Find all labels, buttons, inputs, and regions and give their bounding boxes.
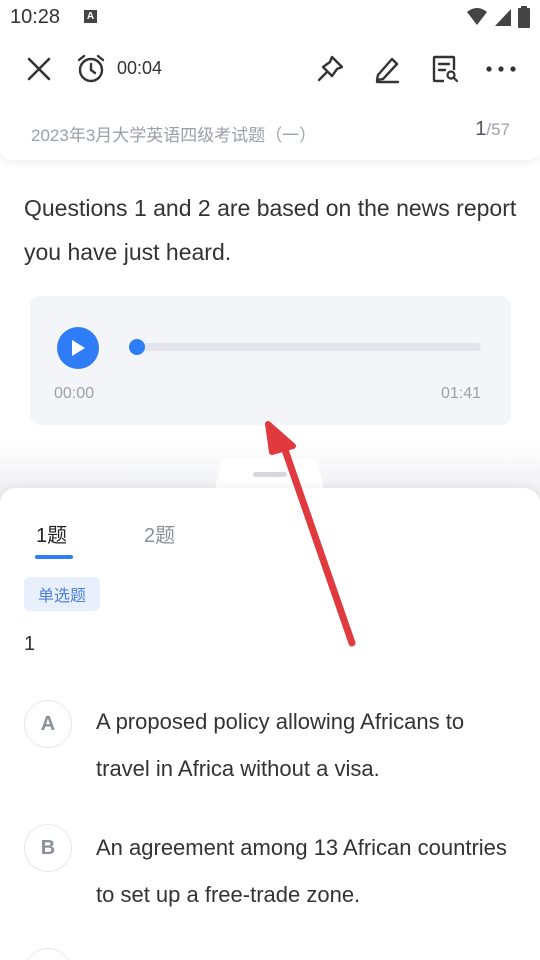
- option-letter-circle: [24, 948, 72, 960]
- question-type-badge: 单选题: [24, 577, 100, 611]
- signal-icon: [495, 9, 511, 26]
- sub-question-number: 1: [24, 633, 36, 655]
- notification-icon: A: [84, 10, 97, 23]
- audio-player: 00:00 01:41: [30, 296, 511, 425]
- pin-icon: [317, 55, 344, 82]
- current-question-number: 1: [475, 118, 487, 140]
- favorite-button[interactable]: [311, 44, 349, 94]
- tab-question-1[interactable]: 1题: [36, 519, 67, 548]
- option-text: An agreement among 13 African countries …: [96, 835, 507, 907]
- pencil-icon: [375, 57, 400, 84]
- audio-duration: 01:41: [440, 385, 481, 402]
- option-b[interactable]: B An agreement among 13 African countrie…: [0, 824, 540, 924]
- timer-button[interactable]: [74, 44, 108, 94]
- audio-progress-knob[interactable]: [129, 339, 145, 355]
- alarm-icon: [77, 54, 105, 83]
- play-button[interactable]: [57, 327, 99, 369]
- answer-sheet-button[interactable]: [426, 44, 464, 94]
- close-button[interactable]: [18, 44, 60, 94]
- tab-question-2[interactable]: 2题: [144, 519, 175, 548]
- exam-title: 2023年3月大学英语四级考试题（一）: [31, 126, 317, 145]
- total-questions: /57: [486, 120, 510, 139]
- close-icon: [27, 57, 51, 81]
- option-a[interactable]: A A proposed policy allowing Africans to…: [0, 698, 540, 798]
- status-icons: [466, 6, 530, 28]
- option-letter-circle: A: [24, 700, 72, 748]
- more-icon: [486, 66, 516, 72]
- option-letter-circle: B: [24, 824, 72, 872]
- wifi-icon: [467, 8, 487, 25]
- option-c[interactable]: [0, 948, 540, 960]
- toolbar: [0, 44, 540, 94]
- more-button[interactable]: [482, 44, 520, 94]
- active-tab-indicator: [35, 555, 73, 559]
- page-counter[interactable]: 1/57: [475, 118, 510, 141]
- status-time: 10:28: [10, 6, 61, 28]
- play-icon: [72, 340, 85, 356]
- sheet-drag-handle[interactable]: [253, 472, 287, 477]
- notes-button[interactable]: [368, 44, 406, 94]
- audio-progress-track[interactable]: [133, 343, 481, 351]
- question-prompt: Questions 1 and 2 are based on the news …: [24, 195, 517, 265]
- answer-sheet-icon: [432, 55, 459, 83]
- exam-header: 2023年3月大学英语四级考试题（一） 1/57: [0, 104, 540, 160]
- audio-current-time: 00:00: [54, 385, 95, 402]
- battery-icon: [518, 6, 530, 28]
- timer-text: 00:04: [117, 58, 163, 78]
- status-bar: 10:28 A: [0, 0, 540, 36]
- option-text: A proposed policy allowing Africans to t…: [96, 709, 465, 781]
